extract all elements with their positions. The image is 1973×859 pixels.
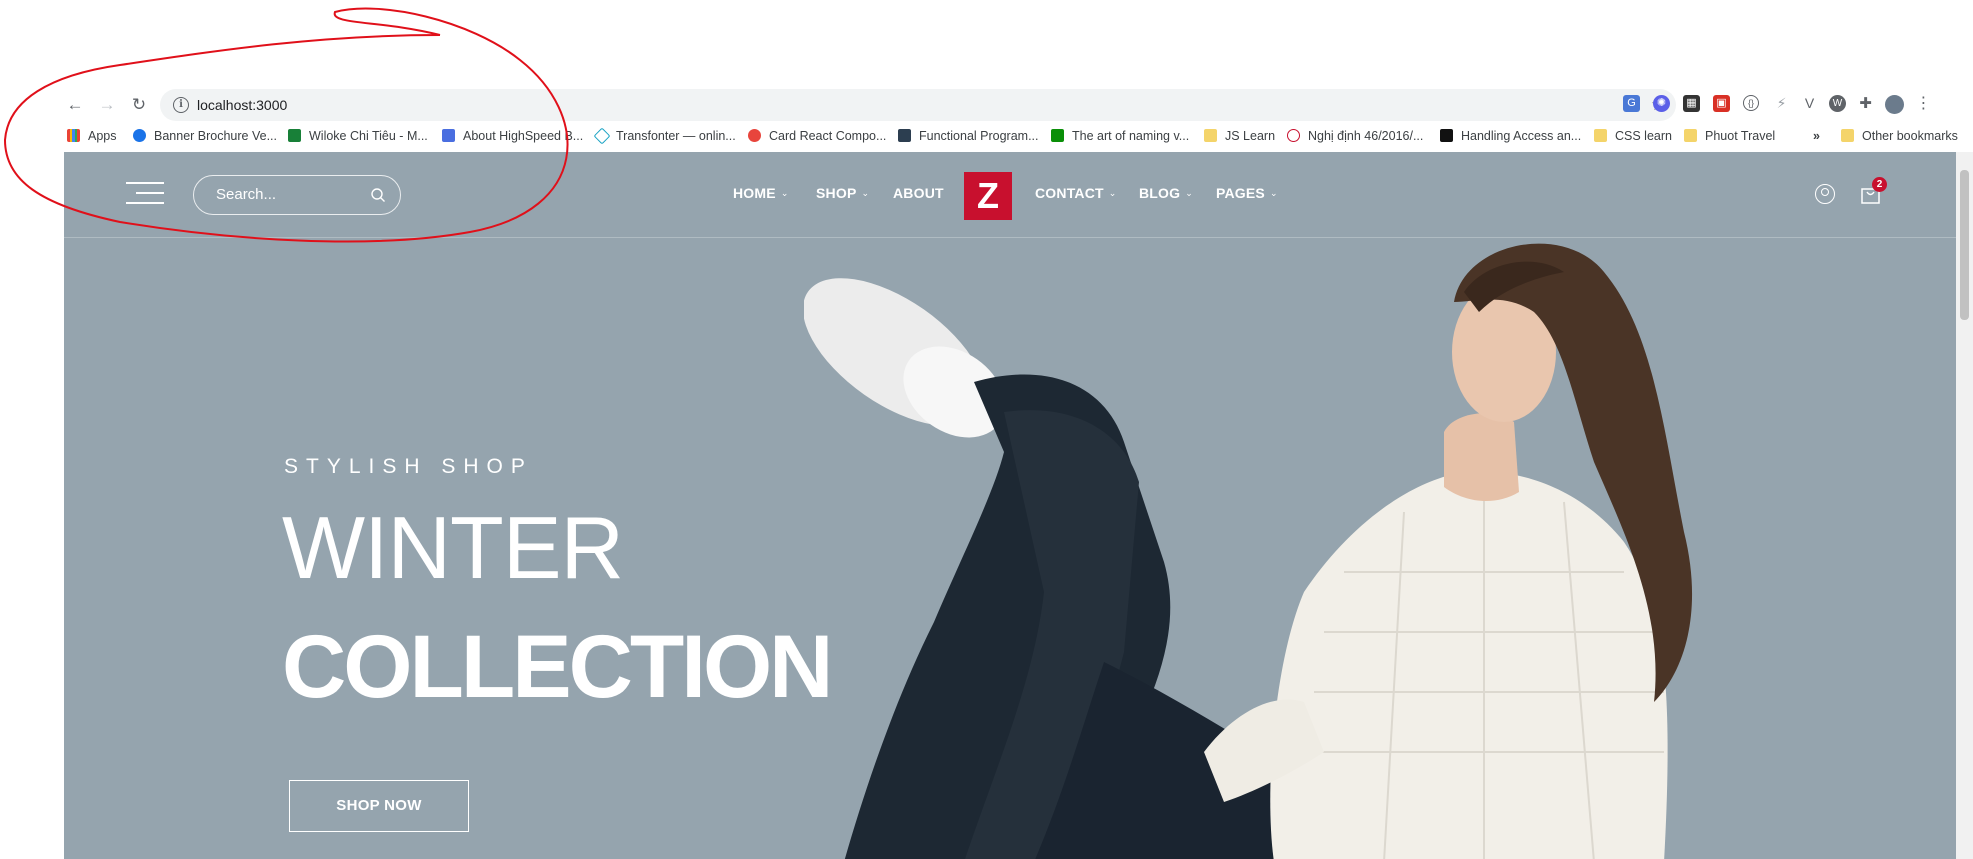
nav-shop[interactable]: SHOP ⌄ <box>816 185 869 201</box>
bookmark-item[interactable]: About HighSpeed B... <box>442 129 583 143</box>
nav-about[interactable]: ABOUT <box>893 185 944 201</box>
site-info-icon[interactable]: i <box>173 97 189 113</box>
browser-chrome: ← → ↻ i localhost:3000 ☆ G ✺ ▦ ▣ {} ⚡ V … <box>64 86 1973 152</box>
nav-pages[interactable]: PAGES ⌄ <box>1216 185 1278 201</box>
codepen-icon <box>748 129 761 142</box>
bookmark-folder[interactable]: CSS learn <box>1594 129 1672 143</box>
stamp-icon <box>1287 129 1300 142</box>
bookmark-item[interactable]: Card React Compo... <box>748 129 886 143</box>
back-button[interactable]: ← <box>64 94 86 116</box>
apps-grid-icon <box>67 129 80 142</box>
nav-blog[interactable]: BLOG ⌄ <box>1139 185 1193 201</box>
user-account-icon[interactable] <box>1815 184 1835 204</box>
bookmark-item[interactable]: Handling Access an... <box>1440 129 1581 143</box>
bookmark-apps[interactable]: Apps <box>67 129 117 143</box>
bookmark-folder-other[interactable]: Other bookmarks <box>1841 129 1958 143</box>
bookmark-item[interactable]: The art of naming v... <box>1051 129 1189 143</box>
excel-icon <box>288 129 301 142</box>
hamburger-menu-icon[interactable] <box>126 182 164 204</box>
hero-title-light: WINTER <box>282 498 624 597</box>
extensions-puzzle-icon[interactable]: ✚ <box>1857 95 1874 112</box>
reload-button[interactable]: ↻ <box>128 94 150 116</box>
chevron-down-icon: ⌄ <box>1269 187 1278 198</box>
bookmarks-overflow-button[interactable]: » <box>1813 129 1820 143</box>
css-extension-icon[interactable]: {} <box>1743 95 1759 111</box>
bookmark-item[interactable]: Nghị định 46/2016/... <box>1287 129 1423 143</box>
bookmark-folder[interactable]: JS Learn <box>1204 129 1275 143</box>
bookmark-folder[interactable]: Phuot Travel <box>1684 129 1775 143</box>
bookmark-item[interactable]: Banner Brochure Ve... <box>133 129 277 143</box>
clapper-extension-icon[interactable]: ▦ <box>1683 95 1700 112</box>
folder-icon <box>1594 129 1607 142</box>
vue-devtools-icon[interactable]: V <box>1801 95 1818 112</box>
nav-contact[interactable]: CONTACT ⌄ <box>1035 185 1117 201</box>
browser-menu-icon[interactable]: ⋮ <box>1915 95 1932 112</box>
hero-title-bold: COLLECTION <box>282 616 833 716</box>
translate-extension-icon[interactable]: G <box>1623 95 1640 112</box>
bookmark-favicon-icon <box>1051 129 1064 142</box>
folder-icon <box>1204 129 1217 142</box>
bookmark-item[interactable]: Wiloke Chi Tiêu - M... <box>288 129 428 143</box>
profile-avatar[interactable] <box>1885 95 1904 114</box>
chevron-down-icon: ⌄ <box>1185 187 1193 198</box>
bookmark-item[interactable]: Functional Program... <box>898 129 1039 143</box>
url-text: localhost:3000 <box>197 97 288 113</box>
hero-eyebrow: STYLISH SHOP <box>284 455 533 478</box>
chevron-down-icon: ⌄ <box>861 187 870 198</box>
medium-icon <box>1440 129 1453 142</box>
bookmark-item[interactable]: Transfonter — onlin... <box>593 127 736 145</box>
search-box <box>193 175 401 215</box>
layers-icon <box>442 129 455 142</box>
folder-icon <box>1684 129 1697 142</box>
colorzilla-extension-icon[interactable]: ✺ <box>1653 95 1670 112</box>
search-icon[interactable] <box>370 187 386 203</box>
website-viewport: HOME⌄ SHOP⌄ ABOUT Z CONTACT⌄ BLOG⌄ PAGES… <box>64 152 1956 859</box>
page-scrollbar[interactable] <box>1956 152 1973 859</box>
wordpress-extension-icon[interactable]: W <box>1829 95 1846 112</box>
folder-icon <box>1841 129 1854 142</box>
forward-button[interactable]: → <box>96 94 118 116</box>
hero-model-image <box>804 243 1693 859</box>
triangle-icon <box>593 127 611 145</box>
chevron-down-icon: ⌄ <box>780 187 789 198</box>
nav-home[interactable]: HOME ⌄ <box>733 185 789 201</box>
bookmark-favicon-icon <box>133 129 146 142</box>
image-extension-icon[interactable]: ▣ <box>1713 95 1730 112</box>
k-icon <box>898 129 911 142</box>
address-bar[interactable]: i localhost:3000 ☆ <box>160 89 1676 121</box>
chevron-down-icon: ⌄ <box>1108 187 1117 198</box>
bookmarks-bar: Apps Banner Brochure Ve... Wiloke Chi Ti… <box>64 122 1973 150</box>
scrollbar-thumb[interactable] <box>1960 170 1969 320</box>
search-input[interactable] <box>214 185 358 204</box>
cart-count-badge: 2 <box>1872 177 1887 192</box>
lightning-extension-icon[interactable]: ⚡ <box>1773 95 1790 112</box>
shop-now-button[interactable]: SHOP NOW <box>289 780 469 832</box>
site-logo[interactable]: Z <box>964 172 1012 220</box>
